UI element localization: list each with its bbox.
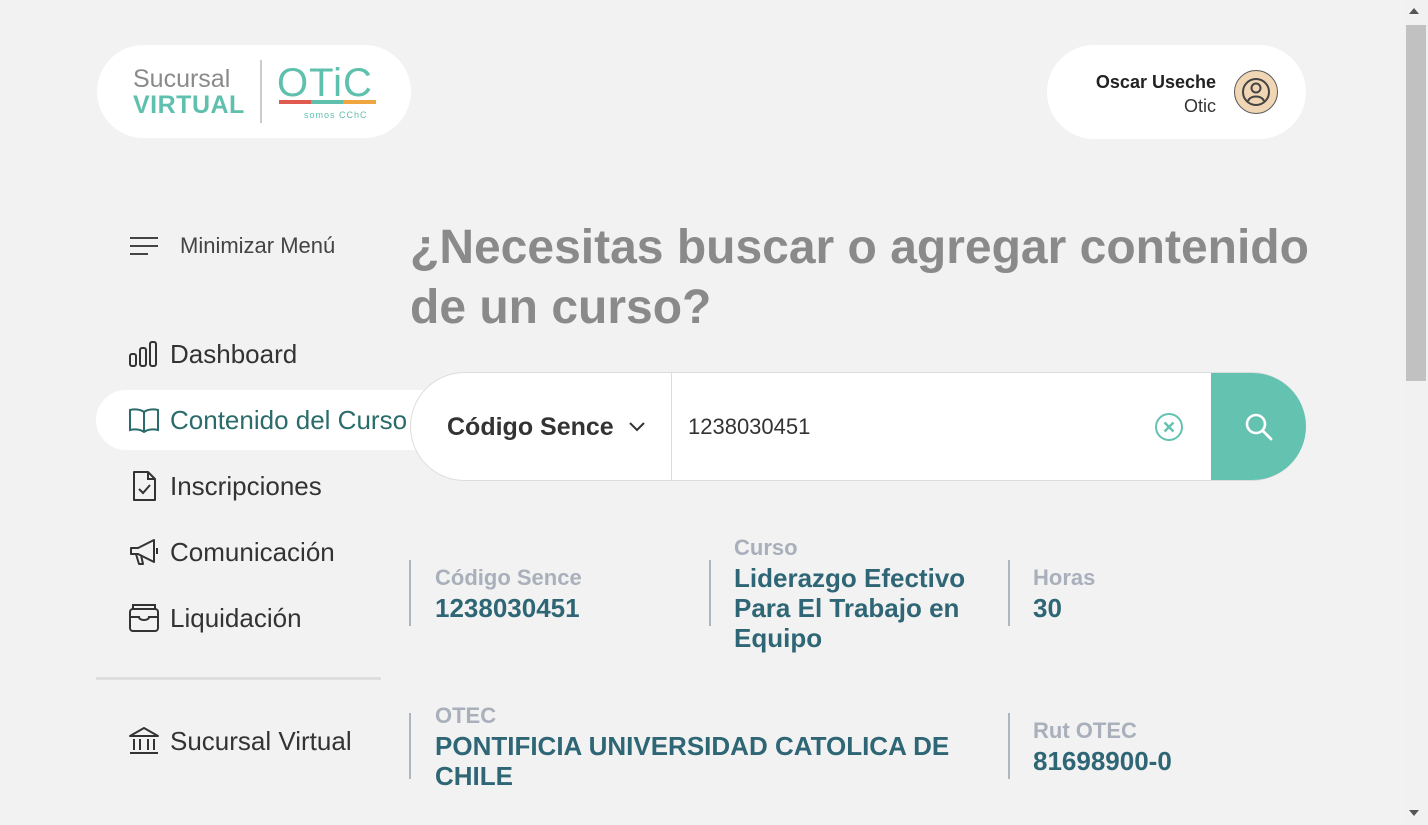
codigo-sence-field: Código Sence 1238030451 bbox=[435, 563, 582, 623]
minimize-menu-button[interactable]: Minimizar Menú bbox=[130, 228, 335, 264]
sidebar-item-dashboard[interactable]: Dashboard bbox=[128, 332, 297, 376]
column-divider bbox=[409, 560, 411, 626]
sidebar-item-label: Contenido del Curso bbox=[170, 404, 408, 435]
bank-icon bbox=[129, 727, 159, 754]
rut-otec-field: Rut OTEC 81698900-0 bbox=[1033, 716, 1172, 776]
book-icon bbox=[129, 408, 159, 434]
wallet-icon bbox=[129, 604, 159, 632]
curso-field: Curso Liderazgo Efectivo Para El Trabajo… bbox=[734, 533, 984, 653]
otec-value: PONTIFICIA UNIVERSIDAD CATOLICA DE CHILE bbox=[435, 731, 950, 791]
logo-bar-red bbox=[279, 100, 311, 104]
sidebar-item-label: Liquidación bbox=[170, 602, 302, 633]
column-divider bbox=[1008, 560, 1010, 626]
curso-label: Curso bbox=[734, 535, 798, 560]
logo-text-sucursal: Sucursal bbox=[133, 65, 231, 93]
logo-bar-orange bbox=[343, 100, 376, 104]
user-icon bbox=[1242, 78, 1270, 106]
sidebar-item-liquidacion[interactable]: Liquidación bbox=[128, 596, 302, 640]
column-divider bbox=[1008, 713, 1010, 779]
sidebar-item-label: Sucursal Virtual bbox=[170, 725, 352, 756]
otec-label: OTEC bbox=[435, 703, 497, 728]
codigo-sence-value: 1238030451 bbox=[435, 593, 580, 623]
clear-search-button[interactable] bbox=[1154, 412, 1184, 442]
scrollbar-thumb[interactable] bbox=[1406, 25, 1426, 381]
search-divider bbox=[671, 373, 672, 480]
horas-value: 30 bbox=[1033, 593, 1062, 623]
bar-chart-icon bbox=[129, 341, 157, 367]
sidebar-divider bbox=[96, 677, 381, 680]
chevron-down-icon bbox=[628, 422, 645, 432]
sidebar-item-comunicacion[interactable]: Comunicación bbox=[128, 530, 335, 574]
column-divider bbox=[709, 560, 711, 626]
rut-otec-label: Rut OTEC bbox=[1033, 718, 1137, 743]
logo-tagline: somos CChC bbox=[304, 110, 368, 120]
scroll-up-arrow-icon[interactable] bbox=[1409, 8, 1419, 14]
rut-otec-value: 81698900-0 bbox=[1033, 746, 1172, 776]
search-filter-select[interactable]: Código Sence bbox=[447, 406, 646, 448]
codigo-sence-label: Código Sence bbox=[435, 565, 582, 590]
column-divider bbox=[409, 713, 411, 779]
sidebar-item-label: Dashboard bbox=[170, 338, 298, 369]
logo-brand: OTiC bbox=[277, 61, 373, 105]
hamburger-icon bbox=[130, 237, 158, 255]
sidebar-item-label: Comunicación bbox=[170, 536, 335, 567]
user-role: Otic bbox=[1183, 96, 1216, 116]
logo-text-virtual: VIRTUAL bbox=[133, 91, 245, 119]
horas-field: Horas 30 bbox=[1033, 563, 1095, 623]
search-icon bbox=[1245, 413, 1272, 440]
sidebar-item-contenido-del-curso[interactable]: Contenido del Curso bbox=[128, 398, 407, 442]
search-filter-label: Código Sence bbox=[447, 412, 614, 441]
scroll-down-arrow-icon[interactable] bbox=[1409, 810, 1419, 816]
logo-divider bbox=[260, 60, 262, 123]
user-name: Oscar Useche bbox=[1095, 72, 1216, 92]
megaphone-icon bbox=[130, 539, 158, 565]
sidebar-item-inscripciones[interactable]: Inscripciones bbox=[128, 464, 322, 508]
clear-icon bbox=[1155, 413, 1183, 441]
search-input[interactable] bbox=[688, 405, 1138, 449]
page-title: ¿Necesitas buscar o agregar contenido de… bbox=[410, 221, 1309, 334]
minimize-menu-label: Minimizar Menú bbox=[180, 233, 336, 258]
horas-label: Horas bbox=[1033, 565, 1096, 590]
sidebar-item-label: Inscripciones bbox=[170, 470, 322, 501]
curso-value: Liderazgo Efectivo Para El Trabajo en Eq… bbox=[734, 563, 966, 653]
avatar[interactable] bbox=[1234, 70, 1278, 114]
sidebar-item-sucursal-virtual[interactable]: Sucursal Virtual bbox=[128, 719, 352, 763]
logo-bar-teal bbox=[311, 100, 343, 104]
file-check-icon bbox=[133, 471, 156, 501]
otec-field: OTEC PONTIFICIA UNIVERSIDAD CATOLICA DE … bbox=[435, 701, 975, 791]
